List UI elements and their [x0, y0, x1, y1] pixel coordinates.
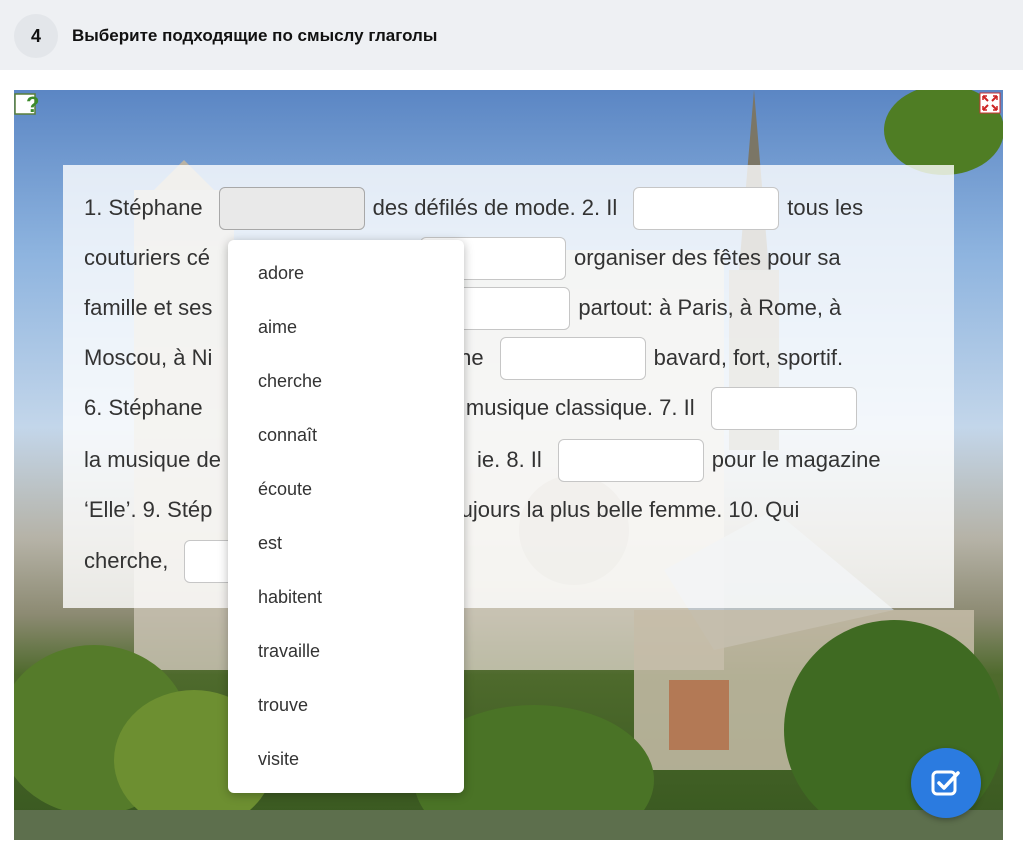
option-cherche[interactable]: cherche — [258, 371, 322, 392]
answer-field-1[interactable] — [218, 186, 365, 230]
text-fragment: Moscou, à Ni — [84, 345, 213, 370]
text-fragment: oujours la plus belle femme. 10. Qui — [448, 497, 800, 522]
text-fragment: ‘Elle’. 9. Stép — [84, 497, 213, 522]
option-travaille[interactable]: travaille — [258, 641, 320, 662]
option-est[interactable]: est — [258, 533, 282, 554]
text-fragment: organiser des fêtes pour sa — [573, 245, 841, 270]
text-fragment: partout: à Paris, à Rome, à — [578, 295, 842, 320]
option-adore[interactable]: adore — [258, 263, 304, 284]
option-habitent[interactable]: habitent — [258, 587, 322, 608]
text-line-3: famille et ses partout: à Paris, à Rome,… — [84, 283, 847, 333]
exercise-text-panel: 1. Stéphane des défilés de mode. 2. Il t… — [63, 165, 954, 608]
text-fragment: bavard, fort, sportif. — [653, 345, 844, 370]
text-fragment: ie. 8. Il — [476, 447, 542, 472]
option-visite[interactable]: visite — [258, 749, 299, 770]
text-line-1: 1. Stéphane des défilés de mode. 2. Il t… — [84, 183, 869, 233]
text-fragment: 6. Stéphane — [84, 395, 203, 420]
check-icon — [931, 770, 960, 796]
option-trouve[interactable]: trouve — [258, 695, 308, 716]
text-fragment: la musique classique. 7. Il — [442, 395, 695, 420]
text-line-2: couturiers cé organiser des fêtes pour s… — [84, 233, 847, 283]
exercise-title: Выберите подходящие по смыслу глаголы — [72, 26, 438, 45]
text-fragment: la musique de — [84, 447, 221, 472]
text-fragment: tous les — [787, 195, 864, 220]
text-fragment: 1. Stéphane — [84, 195, 203, 220]
option-connait[interactable]: connaît — [258, 425, 317, 446]
text-fragment: des défilés de mode. 2. Il — [372, 195, 618, 220]
text-line-5: 6. Stéphane la musique classique. 7. Il — [84, 383, 865, 433]
answer-field-7[interactable] — [710, 386, 857, 430]
option-aime[interactable]: aime — [258, 317, 297, 338]
exercise-header: 4 Выберите подходящие по смыслу глаголы — [0, 0, 1023, 70]
svg-text:?: ? — [26, 92, 39, 117]
answer-field-5[interactable] — [499, 336, 646, 380]
text-fragment: pour le magazine — [711, 447, 881, 472]
answer-field-8[interactable] — [557, 438, 704, 482]
text-fragment: couturiers cé — [84, 245, 210, 270]
text-fragment: cherche, — [84, 548, 169, 573]
answer-field-2[interactable] — [633, 186, 780, 230]
text-line-4: Moscou, à Ni phane bavard, fort, sportif… — [84, 333, 849, 383]
fullscreen-icon[interactable] — [979, 92, 1001, 114]
check-answers-button[interactable] — [911, 748, 981, 818]
exercise-stage: ? 1. Stéphane des défilés de mode. 2. Il… — [14, 90, 1003, 840]
exercise-number-badge: 4 — [14, 14, 58, 58]
help-question-icon[interactable]: ? — [14, 90, 42, 118]
text-line-6: la musique de ie. 8. Il pour le magazine — [84, 435, 887, 485]
option-ecoute[interactable]: écoute — [258, 479, 312, 500]
text-fragment: famille et ses — [84, 295, 213, 320]
verb-options-dropdown: adore aime cherche connaît écoute est ha… — [228, 240, 464, 793]
